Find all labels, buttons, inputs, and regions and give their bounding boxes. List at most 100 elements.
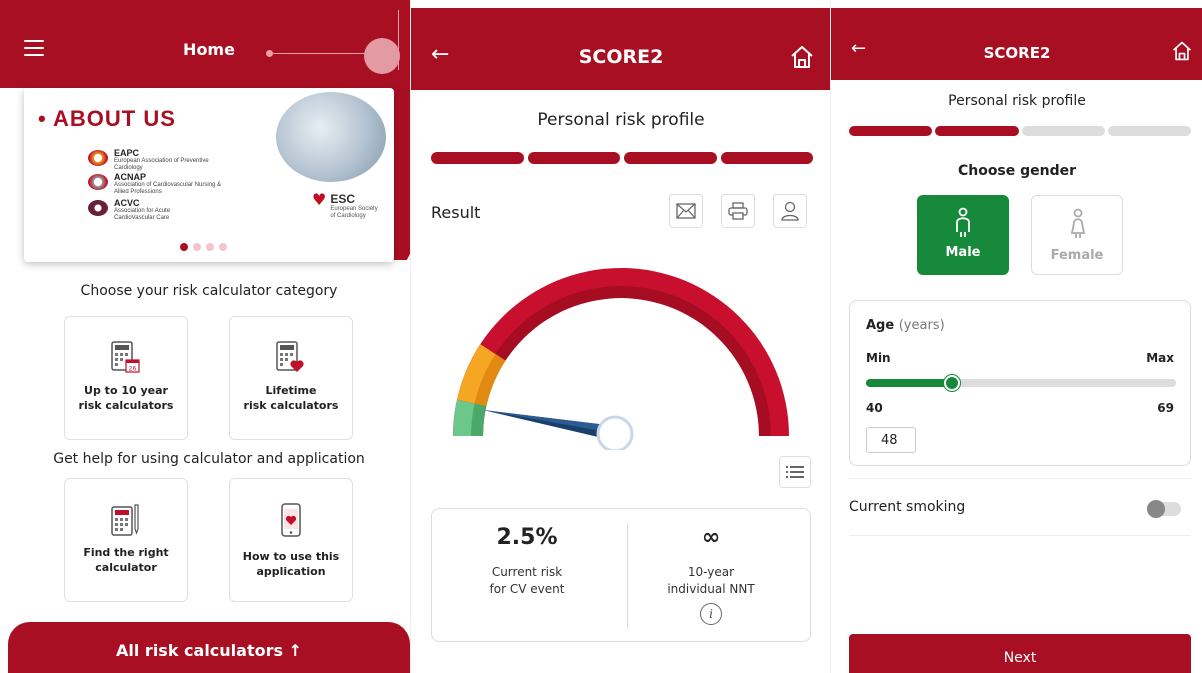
nnt-block: ∞ 10-year individual NNT	[616, 525, 806, 598]
smoking-toggle[interactable]	[1147, 500, 1181, 518]
help-label: Get help for using calculator and applic…	[53, 451, 365, 467]
carousel-dot[interactable]	[219, 243, 227, 251]
progress-step	[1107, 126, 1191, 136]
card-label: Find the right	[83, 546, 169, 559]
current-risk-value: 2.5%	[496, 525, 558, 550]
home-screen: Home • ABOUT US EAPC European Association…	[0, 0, 410, 673]
male-label: Male	[945, 245, 981, 260]
org-acnap: ACNAP Association of Cardiovascular Nursi…	[88, 172, 224, 196]
step-progress	[849, 126, 1191, 136]
age-slider-fill	[866, 379, 952, 387]
min-value: 40	[866, 401, 883, 415]
doctors-photo	[276, 92, 386, 182]
calculator-pen-icon	[111, 504, 139, 536]
current-risk-label: Current risk	[491, 565, 563, 579]
card-label: application	[256, 565, 326, 578]
age-slider[interactable]	[866, 375, 1176, 391]
about-us-carousel[interactable]: • ABOUT US EAPC European Association of P…	[24, 88, 394, 262]
how-to-use-card[interactable]: How to use this application	[229, 478, 353, 602]
info-icon[interactable]: i	[700, 603, 722, 625]
esc-logo: ♥ ESC European Society of Cardiology	[312, 192, 384, 220]
calculator-heart-icon	[276, 341, 304, 372]
org-name: ACVC	[114, 198, 140, 208]
legend-list-icon[interactable]	[779, 456, 811, 488]
age-title: Age (years)	[866, 318, 945, 333]
org-name: EAPC	[114, 148, 140, 158]
gender-title: Choose gender	[957, 163, 1077, 179]
age-section: Age (years) Min Max 40 69	[849, 300, 1191, 466]
user-icon[interactable]	[773, 194, 807, 228]
acvc-logo-icon	[88, 200, 108, 216]
smoking-row: Current smoking	[849, 478, 1191, 536]
gauge-hub	[596, 415, 634, 450]
nnt-value: ∞	[701, 525, 721, 550]
org-sub: Association for Acute CardioVascular Car…	[114, 208, 171, 221]
org-eapc: EAPC European Association of Preventive C…	[88, 148, 224, 172]
current-risk-label: for CV event	[489, 582, 565, 596]
lifetime-calculators-card[interactable]: Lifetime risk calculators	[229, 316, 353, 440]
card-label: How to use this	[242, 550, 340, 563]
age-input[interactable]	[866, 427, 916, 453]
page-subtitle: Personal risk profile	[948, 93, 1086, 109]
current-risk-block: 2.5% Current risk for CV event	[432, 525, 622, 598]
page-title: SCORE2	[578, 46, 664, 68]
home-icon[interactable]	[789, 44, 815, 70]
profile-screen: ← SCORE2 Personal risk profile Choose ge…	[830, 0, 1202, 673]
org-name: ACNAP	[114, 172, 147, 182]
print-icon[interactable]	[721, 194, 755, 228]
ten-year-calculators-card[interactable]: 26 Up to 10 year risk calculators	[64, 316, 188, 440]
progress-step	[431, 152, 524, 164]
acnap-logo-icon	[88, 174, 108, 190]
find-calculator-card[interactable]: Find the right calculator	[64, 478, 188, 602]
card-label: risk calculators	[78, 399, 174, 412]
carousel-dot[interactable]	[206, 243, 214, 251]
male-button[interactable]: Male	[917, 195, 1009, 275]
page-title: SCORE2	[983, 44, 1051, 62]
progress-step	[527, 152, 620, 164]
next-button[interactable]: Next	[849, 634, 1191, 673]
female-label: Female	[1050, 248, 1104, 263]
result-screen: ← SCORE2 Personal risk profile Result 2.…	[410, 0, 830, 673]
esc-heart-icon: ♥	[312, 190, 327, 209]
nnt-label: individual NNT	[667, 582, 755, 596]
phone-heart-icon	[281, 503, 301, 537]
carousel-dot[interactable]	[180, 243, 188, 251]
age-unit: (years)	[898, 318, 945, 333]
min-label: Min	[866, 351, 891, 365]
progress-step	[624, 152, 717, 164]
svg-text:26: 26	[129, 366, 137, 373]
org-sub: Association of Cardiovascular Nursing & …	[114, 182, 222, 195]
age-slider-thumb[interactable]	[944, 375, 960, 391]
progress-step	[1021, 126, 1105, 136]
eapc-logo-icon	[88, 150, 108, 166]
toggle-knob	[1147, 500, 1165, 518]
page-title: Home	[183, 40, 235, 59]
female-button[interactable]: Female	[1031, 195, 1123, 275]
esc-name: ESC	[330, 192, 356, 206]
all-risk-calculators-button[interactable]: All risk calculators ↑	[8, 622, 410, 673]
progress-step	[720, 152, 813, 164]
progress-step	[935, 126, 1019, 136]
email-icon[interactable]	[669, 194, 703, 228]
smoking-label: Current smoking	[849, 499, 966, 515]
carousel-dots[interactable]	[180, 243, 227, 251]
nnt-label: 10-year	[687, 565, 735, 579]
result-label: Result	[431, 203, 481, 222]
calculator-calendar-icon: 26	[111, 341, 140, 373]
card-label: calculator	[95, 561, 157, 574]
home-icon[interactable]	[1171, 40, 1193, 62]
decor-circle	[364, 38, 400, 74]
org-sub: European Association of Preventive Cardi…	[114, 158, 209, 171]
decor-dot	[266, 50, 273, 57]
page-subtitle: Personal risk profile	[537, 110, 705, 130]
risk-gauge	[453, 268, 789, 450]
age-label: Age	[866, 318, 895, 333]
org-acvc: ACVC Association for Acute CardioVascular…	[88, 198, 204, 222]
card-label: risk calculators	[243, 399, 339, 412]
progress-step	[849, 126, 933, 136]
esc-sub: European Society of Cardiology	[330, 206, 378, 219]
max-label: Max	[1146, 351, 1174, 365]
result-summary: 2.5% Current risk for CV event ∞ 10-year i…	[431, 508, 811, 642]
card-label: Lifetime	[265, 384, 317, 397]
carousel-dot[interactable]	[193, 243, 201, 251]
